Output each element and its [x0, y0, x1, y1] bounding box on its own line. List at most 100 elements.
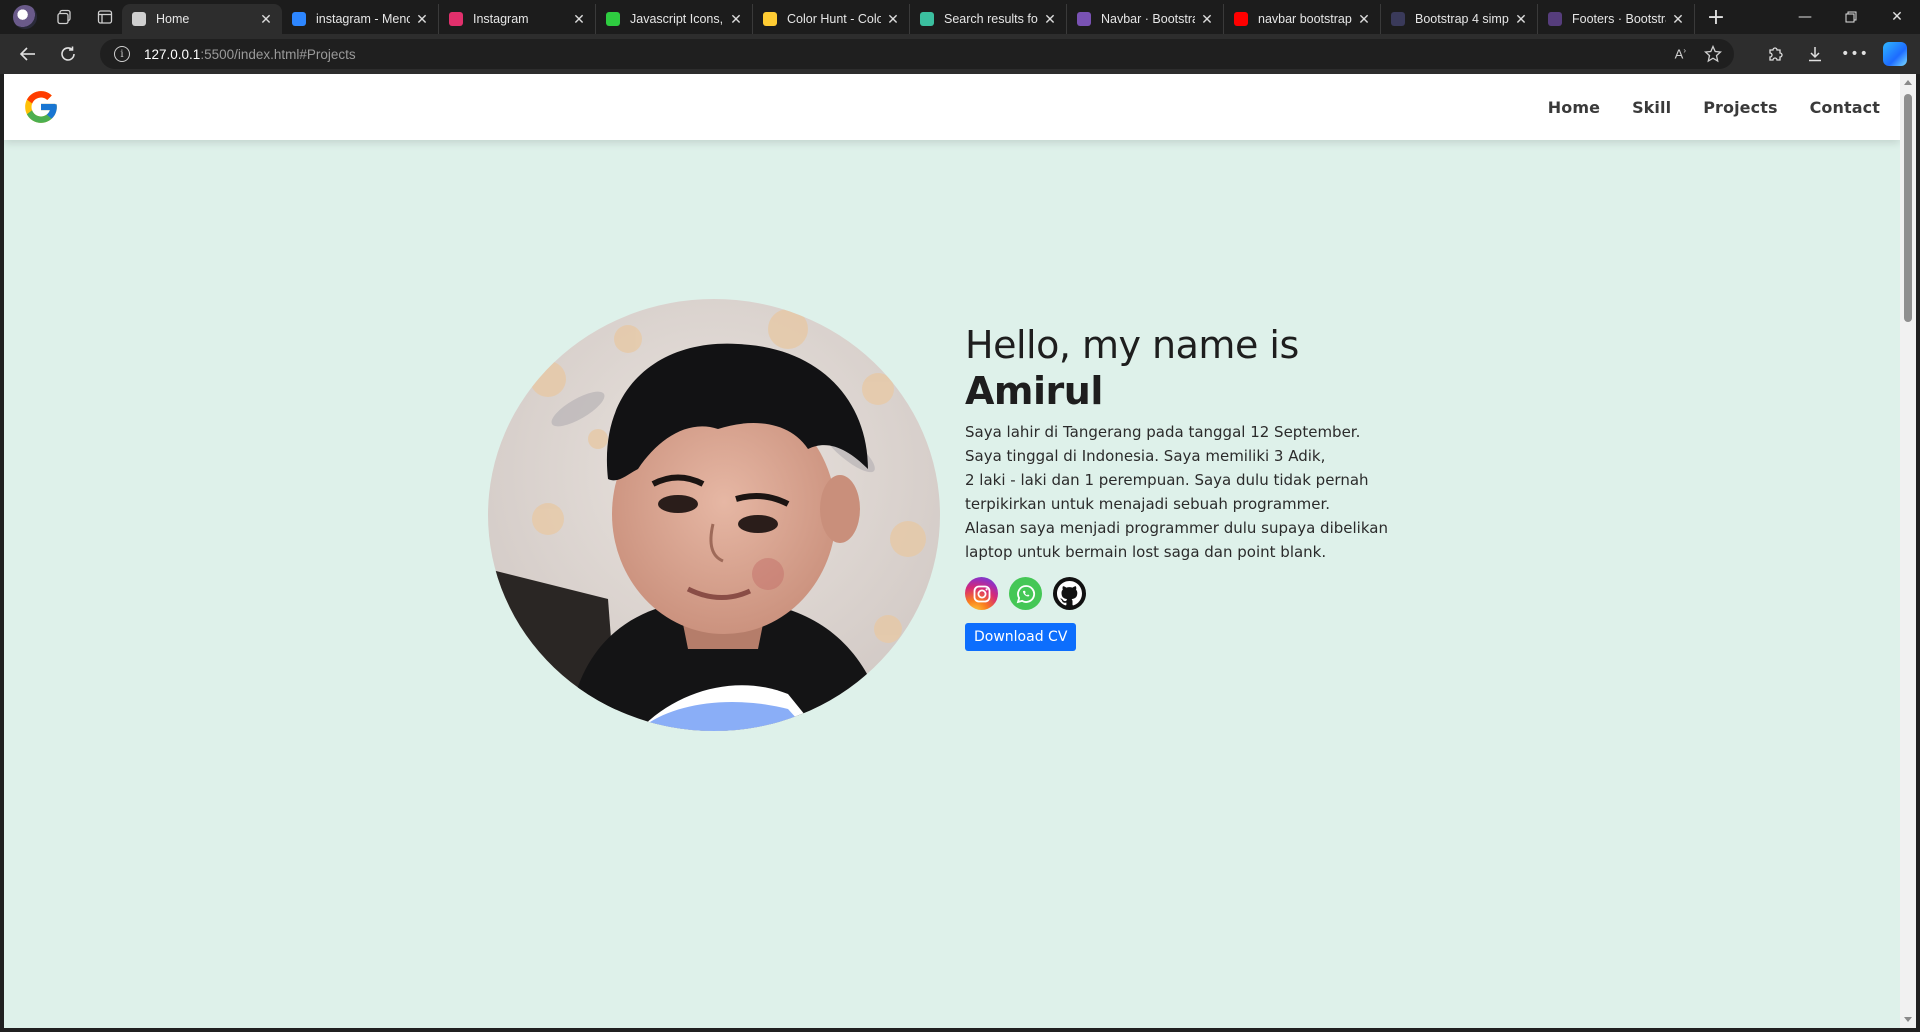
address-bar[interactable]: i 127.0.0.1:5500/index.html#Projects A› — [100, 39, 1734, 69]
close-tab-icon[interactable]: ✕ — [1042, 11, 1058, 28]
tab-title: Javascript Icons, L — [630, 12, 724, 26]
restore-button[interactable] — [1828, 0, 1874, 34]
google-logo-icon[interactable] — [22, 88, 60, 126]
tab-title: Navbar · Bootstrap — [1101, 12, 1195, 26]
page-viewport: Home Skill Projects Contact Hello, my na… — [4, 74, 1900, 1028]
instagram-icon[interactable] — [965, 577, 998, 610]
scroll-up-arrow-icon[interactable] — [1904, 80, 1912, 85]
browser-tab[interactable]: instagram - Menca ✕ — [282, 4, 439, 34]
close-tab-icon[interactable]: ✕ — [571, 11, 587, 28]
download-cv-button[interactable]: Download CV — [965, 623, 1077, 651]
bootstrap-icon — [1077, 12, 1091, 26]
tab-title: Home — [156, 12, 190, 26]
tab-title: navbar bootstrap — [1258, 12, 1352, 26]
close-tab-icon[interactable]: ✕ — [728, 11, 744, 28]
tab-title: instagram - Menca — [316, 12, 410, 26]
instagram-glyph — [973, 585, 990, 602]
favorite-star-icon[interactable] — [1704, 45, 1722, 63]
back-button[interactable] — [8, 38, 48, 70]
read-aloud-icon[interactable]: A› — [1675, 46, 1686, 61]
bio-line: terpikirkan untuk menajadi sebuah progra… — [965, 495, 1331, 513]
workspaces-icon — [57, 9, 71, 25]
nav-link-home[interactable]: Home — [1548, 98, 1600, 117]
browser-tab[interactable]: Navbar · Bootstrap ✕ — [1067, 4, 1224, 34]
close-tab-icon[interactable]: ✕ — [1356, 11, 1372, 28]
profile-photo — [488, 299, 940, 731]
more-menu-button[interactable]: ••• — [1840, 38, 1870, 70]
window-controls: — ✕ — [1782, 0, 1920, 34]
youtube-icon — [1234, 12, 1248, 26]
bio-line: 2 laki - laki dan 1 perempuan. Saya dulu… — [965, 471, 1369, 489]
bio-line: laptop untuk bermain lost saga dan point… — [965, 543, 1327, 561]
browser-tab[interactable]: Color Hunt - Color ✕ — [753, 4, 910, 34]
restore-icon — [1845, 11, 1857, 23]
bio-line: Saya lahir di Tangerang pada tanggal 12 … — [965, 423, 1361, 441]
tab-title: Footers · Bootstrap — [1572, 12, 1666, 26]
whatsapp-glyph — [1016, 584, 1035, 603]
browser-tab[interactable]: Footers · Bootstrap ✕ — [1538, 4, 1695, 34]
url-host: 127.0.0.1 — [144, 46, 201, 62]
close-tab-icon[interactable]: ✕ — [414, 11, 430, 28]
browser-tab[interactable]: Instagram ✕ — [439, 4, 596, 34]
copilot-button[interactable] — [1880, 38, 1910, 70]
tab-actions-icon — [97, 10, 113, 24]
browser-toolbar: i 127.0.0.1:5500/index.html#Projects A› … — [0, 34, 1920, 74]
extensions-icon — [1769, 47, 1783, 61]
refresh-icon — [61, 46, 75, 61]
download-icon — [1809, 47, 1821, 62]
javascript-icons-icon — [606, 12, 620, 26]
nav-link-skill[interactable]: Skill — [1632, 98, 1671, 117]
window-frame — [1916, 74, 1920, 1032]
hero-bio: Saya lahir di Tangerang pada tanggal 12 … — [965, 420, 1388, 564]
social-links — [965, 577, 1385, 610]
browser-tab[interactable]: Javascript Icons, L ✕ — [596, 4, 753, 34]
nav-link-projects[interactable]: Projects — [1703, 98, 1777, 117]
tab-strip: Home ✕ instagram - Menca ✕ Instagram ✕ Javascr… — [122, 0, 1695, 34]
nav-link-contact[interactable]: Contact — [1810, 98, 1880, 117]
tab-title: Color Hunt - Color — [787, 12, 881, 26]
url-path: :5500/index.html#Projects — [200, 46, 356, 62]
profile-avatar — [13, 5, 37, 29]
downloads-button[interactable] — [1800, 38, 1830, 70]
instagram-icon — [449, 12, 463, 26]
scroll-thumb[interactable] — [1904, 94, 1912, 322]
nav-links: Home Skill Projects Contact — [1548, 74, 1880, 140]
copilot-icon — [1883, 42, 1907, 66]
window-frame — [0, 1028, 1920, 1032]
tab-title: Search results for — [944, 12, 1038, 26]
tab-title: Instagram — [473, 12, 529, 26]
whatsapp-icon[interactable] — [1009, 577, 1042, 610]
scroll-down-arrow-icon[interactable] — [1904, 1017, 1912, 1022]
github-icon[interactable] — [1053, 577, 1086, 610]
search-icon — [292, 12, 306, 26]
hero-section: Hello, my name is Amirul Saya lahir di T… — [965, 322, 1388, 651]
profile-button[interactable] — [8, 3, 42, 31]
page-scrollbar[interactable] — [1900, 74, 1916, 1028]
refresh-button[interactable] — [48, 38, 88, 70]
close-tab-icon[interactable]: ✕ — [258, 11, 274, 28]
close-tab-icon[interactable]: ✕ — [1199, 11, 1215, 28]
new-tab-button[interactable]: + — [1699, 2, 1733, 32]
close-tab-icon[interactable]: ✕ — [1670, 11, 1686, 28]
close-window-button[interactable]: ✕ — [1874, 0, 1920, 34]
bio-line: Saya tinggal di Indonesia. Saya memiliki… — [965, 447, 1326, 465]
hero-greeting: Hello, my name is — [965, 323, 1299, 367]
extensions-button[interactable] — [1760, 38, 1790, 70]
back-arrow-icon — [19, 47, 35, 61]
browser-tab[interactable]: Search results for ✕ — [910, 4, 1067, 34]
site-info-icon[interactable]: i — [114, 46, 130, 62]
close-tab-icon[interactable]: ✕ — [885, 11, 901, 28]
close-tab-icon[interactable]: ✕ — [1513, 11, 1529, 28]
tab-title: Bootstrap 4 simple — [1415, 12, 1509, 26]
workspaces-button[interactable] — [48, 3, 82, 31]
minimize-button[interactable]: — — [1782, 0, 1828, 34]
bootstrap-simple-icon — [1391, 12, 1405, 26]
browser-tab[interactable]: navbar bootstrap ✕ — [1224, 4, 1381, 34]
github-glyph — [1057, 581, 1082, 606]
tab-actions-button[interactable] — [88, 3, 122, 31]
browser-tab[interactable]: Home ✕ — [122, 4, 282, 34]
browser-tab[interactable]: Bootstrap 4 simple ✕ — [1381, 4, 1538, 34]
vector-icon — [920, 12, 934, 26]
page-icon — [132, 12, 146, 26]
bio-line: Alasan saya menjadi programmer dulu supa… — [965, 519, 1388, 537]
